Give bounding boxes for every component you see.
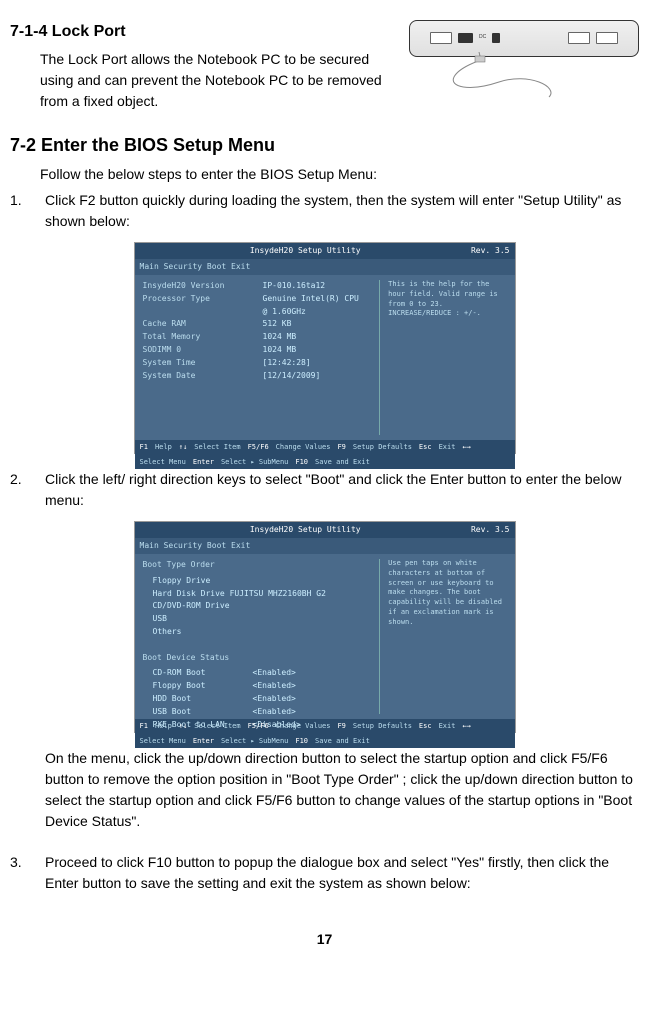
port-icon: [430, 32, 452, 44]
bios-info-row: SODIMM 01024 MB: [143, 344, 380, 357]
port-label: DC: [479, 34, 486, 42]
bios-intro: Follow the below steps to enter the BIOS…: [10, 164, 639, 185]
lock-port-diagram: DC: [409, 20, 639, 110]
step1-text: Click F2 button quickly during loading t…: [45, 190, 639, 232]
step3-text: Proceed to click F10 button to popup the…: [45, 852, 639, 894]
cable-illustration: [439, 52, 619, 107]
bios-screenshot-main: InsydeH20 Setup Utility Rev. 3.5 Main Se…: [134, 242, 516, 454]
boot-order-item: CD/DVD-ROM Drive: [143, 600, 380, 613]
bios-footer: F1Help↑↓Select ItemF5/F6Change ValuesF9S…: [135, 440, 515, 469]
port-icon: [458, 33, 473, 43]
bios-info-row: Cache RAM512 KB: [143, 318, 380, 331]
step-number: 2.: [10, 469, 45, 511]
bios-screenshot-boot: InsydeH20 Setup Utility Rev. 3.5 Main Se…: [134, 521, 516, 733]
bios-help-text: This is the help for the hour field. Val…: [379, 280, 506, 435]
port-icon: [568, 32, 590, 44]
bios-rev: Rev. 3.5: [471, 524, 510, 536]
boot-order-item: Others: [143, 626, 380, 639]
boot-status-row: Floppy Boot<Enabled>: [143, 680, 380, 693]
boot-status-row: HDD Boot<Enabled>: [143, 693, 380, 706]
step2-after-text: On the menu, click the up/down direction…: [10, 748, 639, 832]
boot-status-row: CD-ROM Boot<Enabled>: [143, 667, 380, 680]
bios-info-row: InsydeH20 VersionIP-010.16ta12: [143, 280, 380, 293]
boot-status-row: USB Boot<Enabled>: [143, 706, 380, 719]
bios-tabs: Main Security Boot Exit: [135, 259, 515, 275]
port-icon: [492, 33, 500, 43]
boot-order-item: Hard Disk Drive FUJITSU MHZ2160BH G2: [143, 588, 380, 601]
port-icon: [596, 32, 618, 44]
bios-info-row: @ 1.60GHz: [143, 306, 380, 319]
section-heading-lock-port: 7-1-4 Lock Port: [10, 20, 399, 44]
bios-info-row: Total Memory1024 MB: [143, 331, 380, 344]
bios-rev: Rev. 3.5: [471, 245, 510, 257]
lock-port-body: The Lock Port allows the Notebook PC to …: [10, 49, 399, 112]
bios-title: InsydeH20 Setup Utility: [250, 524, 361, 536]
bios-title: InsydeH20 Setup Utility: [250, 245, 361, 257]
bios-info-row: Processor TypeGenuine Intel(R) CPU: [143, 293, 380, 306]
step-number: 1.: [10, 190, 45, 232]
bios-info-row: System Date[12/14/2009]: [143, 370, 380, 383]
page-number: 17: [10, 929, 639, 950]
bios-info-row: System Time[12:42:28]: [143, 357, 380, 370]
step-number: 3.: [10, 852, 45, 894]
bios-tabs: Main Security Boot Exit: [135, 538, 515, 554]
step2-text: Click the left/ right direction keys to …: [45, 469, 639, 511]
boot-order-item: Floppy Drive: [143, 575, 380, 588]
boot-order-item: USB: [143, 613, 380, 626]
section-heading-bios: 7-2 Enter the BIOS Setup Menu: [10, 132, 639, 159]
bios-help-text: Use pen taps on white characters at bott…: [379, 559, 506, 714]
